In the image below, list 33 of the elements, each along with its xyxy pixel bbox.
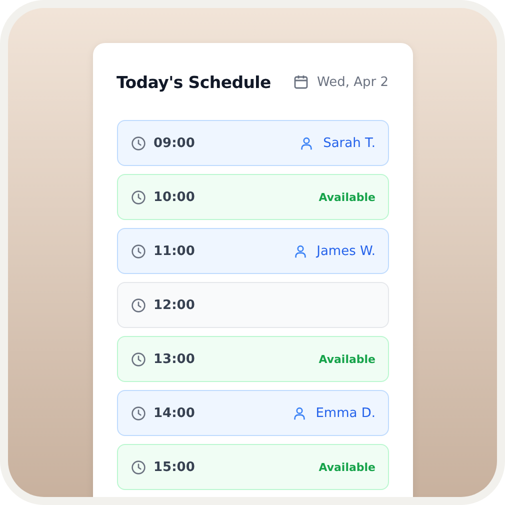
patient-name: Emma D.	[316, 406, 376, 420]
availability-label: Available	[318, 190, 376, 204]
clock-icon	[130, 190, 146, 204]
time-slot[interactable]: 10:00 Available	[116, 174, 388, 220]
clock-icon	[130, 406, 146, 420]
clock-icon	[130, 298, 146, 312]
slot-time: 13:00	[154, 352, 195, 366]
slot-time: 11:00	[154, 244, 195, 258]
slot-time: 14:00	[154, 406, 195, 420]
time-slot[interactable]: 13:00 Available	[116, 336, 388, 382]
patient-name: James W.	[316, 244, 376, 258]
time-slot[interactable]: 09:00 Sarah T.	[116, 120, 388, 166]
person-icon	[299, 136, 314, 150]
slot-time: 10:00	[154, 190, 195, 204]
time-slot[interactable]: 14:00 Emma D.	[116, 390, 388, 436]
schedule-date: Wed, Apr 2	[317, 74, 388, 90]
clock-icon	[130, 352, 146, 366]
time-slot[interactable]: 12:00	[116, 282, 388, 328]
time-slot[interactable]: 11:00 James W.	[116, 228, 388, 274]
clock-icon	[130, 460, 146, 474]
slot-time: 09:00	[154, 136, 195, 150]
clock-icon	[130, 244, 146, 258]
clock-icon	[130, 136, 146, 150]
calendar-icon	[293, 74, 309, 90]
slot-time: 12:00	[154, 298, 195, 312]
availability-label: Available	[318, 460, 376, 474]
slot-time: 15:00	[154, 460, 195, 474]
time-slot[interactable]: 15:00 Available	[116, 444, 388, 490]
person-icon	[292, 244, 308, 258]
patient-name: Sarah T.	[323, 136, 376, 150]
schedule-title: Today's Schedule	[116, 72, 271, 92]
person-icon	[292, 406, 307, 420]
availability-label: Available	[318, 352, 376, 366]
